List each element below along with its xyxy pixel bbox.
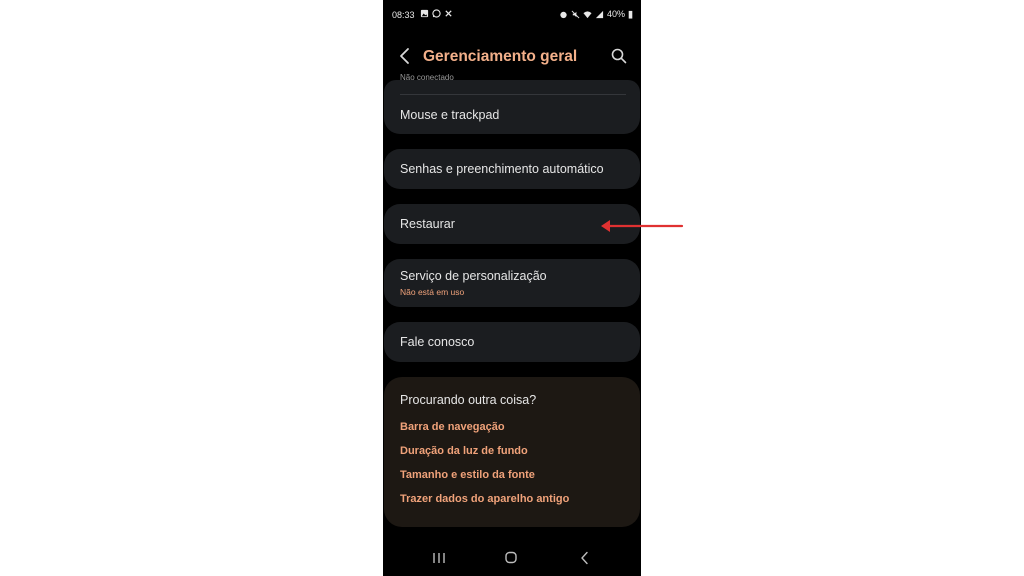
card-contact[interactable]: Fale conosco: [384, 322, 640, 362]
system-icons: 40%: [559, 9, 633, 19]
list-item-restore[interactable]: Restaurar: [400, 217, 455, 231]
suggestion-link-transfer-old-device[interactable]: Trazer dados do aparelho antigo: [400, 493, 569, 505]
alarm-icon: [560, 11, 567, 18]
card-passwords[interactable]: Senhas e preenchimento automático: [384, 149, 640, 189]
signal-icon: [595, 10, 604, 18]
suggestion-link-font-size-style[interactable]: Tamanho e estilo da fonte: [400, 469, 535, 481]
battery-icon: [628, 10, 633, 19]
card-personalization[interactable]: Serviço de personalização Não está em us…: [384, 259, 640, 307]
list-item-personalization-status: Não está em uso: [400, 287, 465, 297]
status-bar: 08:33 40%: [383, 0, 641, 30]
back-icon[interactable]: [576, 550, 594, 566]
card-connections: Não conectado Mouse e trackpad: [384, 73, 640, 134]
battery-percent: 40%: [606, 9, 625, 19]
navigation-bar: [383, 540, 641, 576]
annotation-arrow-icon: [601, 220, 684, 232]
recents-icon[interactable]: [430, 550, 448, 566]
suggestions-title: Procurando outra coisa?: [400, 393, 537, 407]
notification-icons: [420, 9, 453, 18]
home-icon[interactable]: [502, 550, 520, 566]
suggestion-link-backlight-duration[interactable]: Duração da luz de fundo: [400, 445, 528, 457]
suggestions-card: Procurando outra coisa? Barra de navegaç…: [384, 377, 640, 527]
wifi-icon: [583, 10, 592, 18]
gallery-notification-icon: [420, 9, 429, 18]
suggestion-link-navigation-bar[interactable]: Barra de navegação: [400, 421, 505, 433]
list-item-personalization-service[interactable]: Serviço de personalização: [400, 269, 547, 283]
divider: [400, 94, 626, 95]
partial-item-subtitle: Não conectado: [400, 73, 454, 82]
tools-notification-icon: [445, 10, 452, 17]
page-title: Gerenciamento geral: [423, 48, 578, 65]
search-icon[interactable]: [611, 48, 627, 64]
list-item-passwords-autofill[interactable]: Senhas e preenchimento automático: [400, 162, 604, 176]
list-item-mouse-trackpad[interactable]: Mouse e trackpad: [400, 108, 499, 122]
app-bar: Gerenciamento geral: [383, 40, 641, 72]
mute-icon: [571, 10, 580, 18]
phone-screen: 08:33 40% Gerenciamento geral Não conect…: [383, 0, 641, 576]
list-item-contact-us[interactable]: Fale conosco: [400, 335, 474, 349]
status-time: 08:33: [392, 10, 415, 20]
chevron-left-icon[interactable]: [397, 47, 413, 65]
whatsapp-notification-icon: [432, 9, 441, 18]
